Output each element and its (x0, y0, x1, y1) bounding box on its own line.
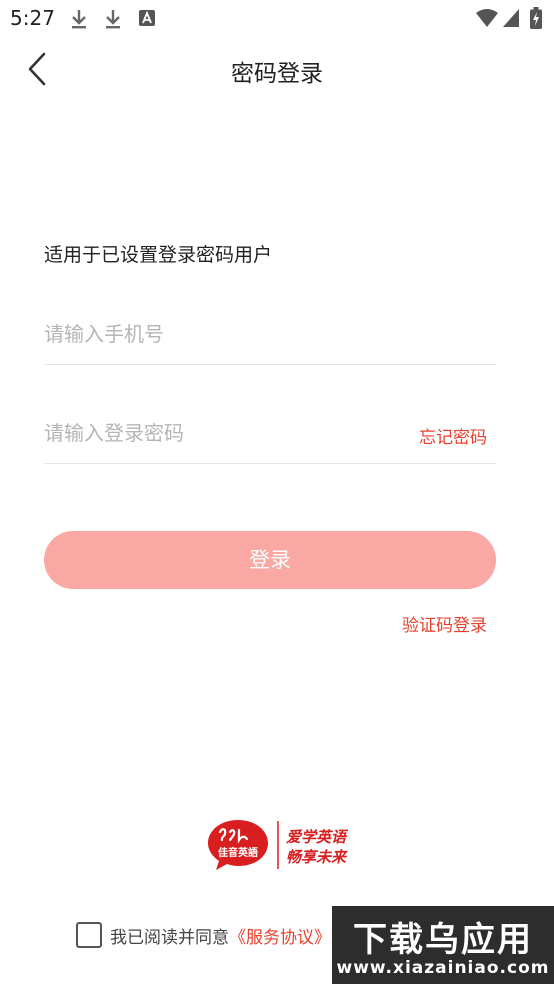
status-time: 5:27 (10, 6, 55, 30)
phone-input[interactable] (44, 308, 404, 360)
watermark: 下载乌应用 www.xiazainiao.com (332, 906, 554, 984)
brand-name-text: 佳音英語 (218, 846, 258, 859)
page-title: 密码登录 (231, 61, 323, 87)
battery-icon (530, 7, 542, 29)
download-icon (72, 10, 86, 29)
password-input[interactable] (44, 407, 404, 459)
phone-field (44, 308, 496, 365)
watermark-title: 下载乌应用 (353, 920, 533, 960)
agreement-text: 我已阅读并同意 (110, 928, 229, 948)
password-field: 忘记密码 (44, 407, 496, 464)
login-hint: 适用于已设置登录密码用户 (44, 244, 273, 266)
title-bar: 密码登录 (0, 38, 554, 100)
wifi-icon (476, 9, 498, 27)
status-bar: 5:27 (0, 0, 554, 38)
login-button[interactable]: 登录 (44, 531, 496, 589)
slogan-line-2: 畅享未来 (286, 848, 348, 866)
forgot-password-link[interactable]: 忘记密码 (419, 423, 487, 448)
service-agreement-link[interactable]: 《服务协议》 (229, 928, 331, 948)
cell-signal-icon (503, 9, 519, 27)
agreement-checkbox[interactable] (76, 922, 102, 948)
font-icon (139, 10, 155, 26)
watermark-url: www.xiazainiao.com (336, 958, 550, 978)
slogan-line-1: 爱学英语 (286, 828, 348, 846)
jiayin-logo-icon: 佳音英語 爱学英语 畅享未来 (208, 820, 349, 870)
brand-logo: 佳音英語 爱学英语 畅享未来 (206, 818, 349, 872)
code-login-link[interactable]: 验证码登录 (402, 611, 487, 636)
download-icon (106, 10, 120, 29)
